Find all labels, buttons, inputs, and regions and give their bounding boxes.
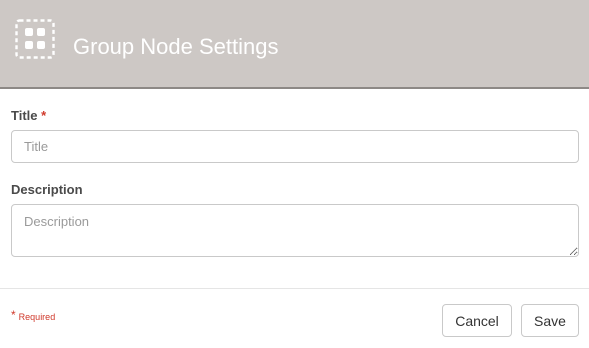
- dialog-header: Group Node Settings: [0, 0, 589, 89]
- required-note: * Required: [11, 309, 55, 323]
- footer-divider: [0, 288, 589, 289]
- group-node-settings-dialog: Group Node Settings Title * Description …: [0, 0, 589, 348]
- required-note-text: Required: [18, 312, 56, 322]
- title-label: Title *: [11, 108, 46, 124]
- required-note-star: *: [11, 308, 16, 322]
- description-textarea[interactable]: [11, 204, 579, 257]
- dialog-title: Group Node Settings: [73, 34, 279, 59]
- cancel-button[interactable]: Cancel: [442, 304, 512, 337]
- title-input[interactable]: [11, 130, 579, 163]
- group-node-icon: [15, 19, 55, 59]
- title-label-text: Title: [11, 108, 38, 123]
- description-label: Description: [11, 182, 83, 197]
- required-asterisk: *: [41, 108, 47, 123]
- save-button[interactable]: Save: [521, 304, 579, 337]
